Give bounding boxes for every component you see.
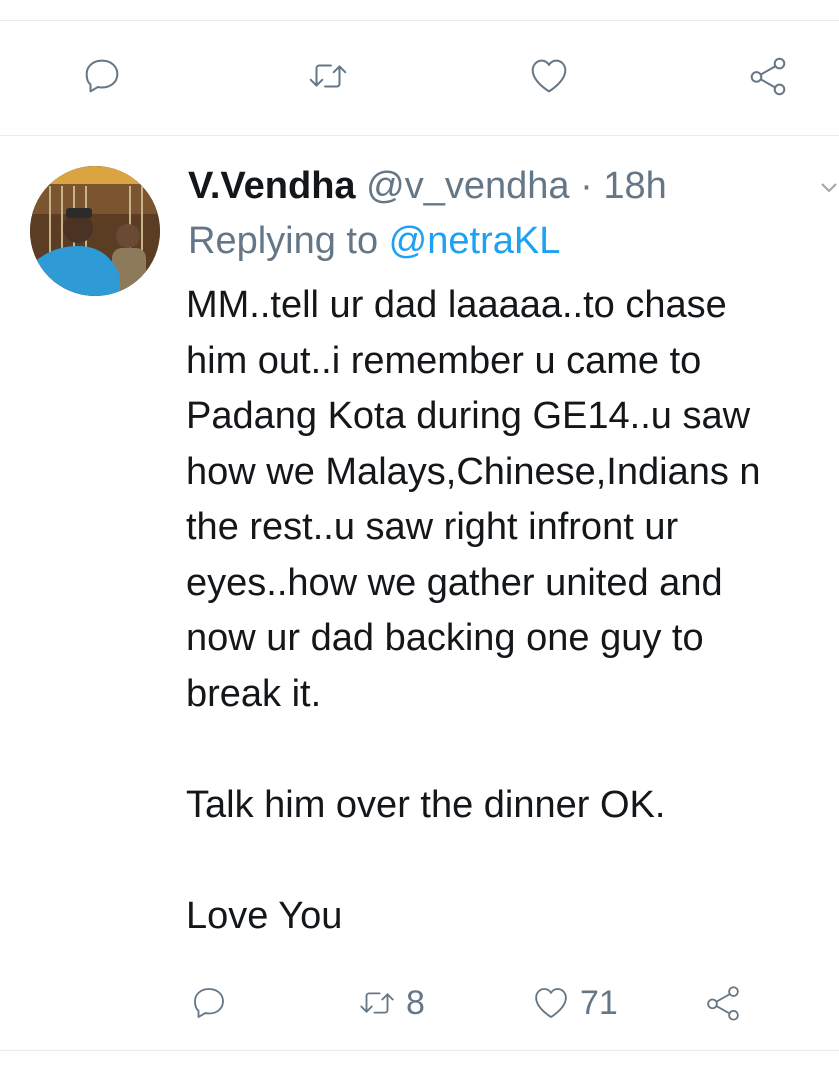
previous-tweet-action-bar	[0, 40, 839, 120]
reply-icon	[194, 988, 224, 1018]
tweet-header: V.Vendha @v_vendha · 18h	[188, 164, 667, 208]
replying-to-mention[interactable]: @netraKL	[389, 220, 561, 262]
avatar[interactable]	[30, 166, 160, 296]
heart-icon	[535, 988, 567, 1018]
chevron-down-icon	[821, 183, 837, 193]
tweet-action-bar: 8 71	[0, 968, 839, 1038]
share-button[interactable]	[702, 968, 744, 1038]
top-divider	[0, 20, 839, 21]
tweet-text: MM..tell ur dad laaaaa..to chase him out…	[186, 284, 761, 937]
heart-icon	[531, 59, 567, 93]
separator-dot: ·	[580, 165, 593, 207]
share-icon	[707, 986, 739, 1021]
retweet-icon	[360, 992, 394, 1014]
retweet-button[interactable]	[298, 40, 358, 112]
like-count: 71	[580, 983, 618, 1022]
replying-to-label: Replying to	[188, 220, 389, 262]
reply-button[interactable]	[72, 40, 132, 112]
reply-button[interactable]	[188, 968, 230, 1038]
retweet-count: 8	[406, 983, 425, 1022]
share-icon	[750, 57, 786, 96]
author-handle[interactable]: @v_vendha	[366, 165, 569, 207]
bottom-divider	[0, 1050, 839, 1051]
reply-icon	[85, 59, 119, 93]
retweet-icon	[309, 64, 347, 88]
avatar-photo	[30, 166, 160, 296]
retweet-button[interactable]: 8	[356, 968, 425, 1038]
tweet-menu-button[interactable]	[818, 176, 839, 198]
like-button[interactable]: 71	[530, 968, 618, 1038]
share-button[interactable]	[738, 40, 798, 112]
author-name[interactable]: V.Vendha	[188, 165, 356, 207]
replying-to-line: Replying to @netraKL	[188, 219, 560, 263]
section-divider	[0, 135, 839, 136]
like-button[interactable]	[519, 40, 579, 112]
timestamp[interactable]: 18h	[603, 165, 666, 207]
